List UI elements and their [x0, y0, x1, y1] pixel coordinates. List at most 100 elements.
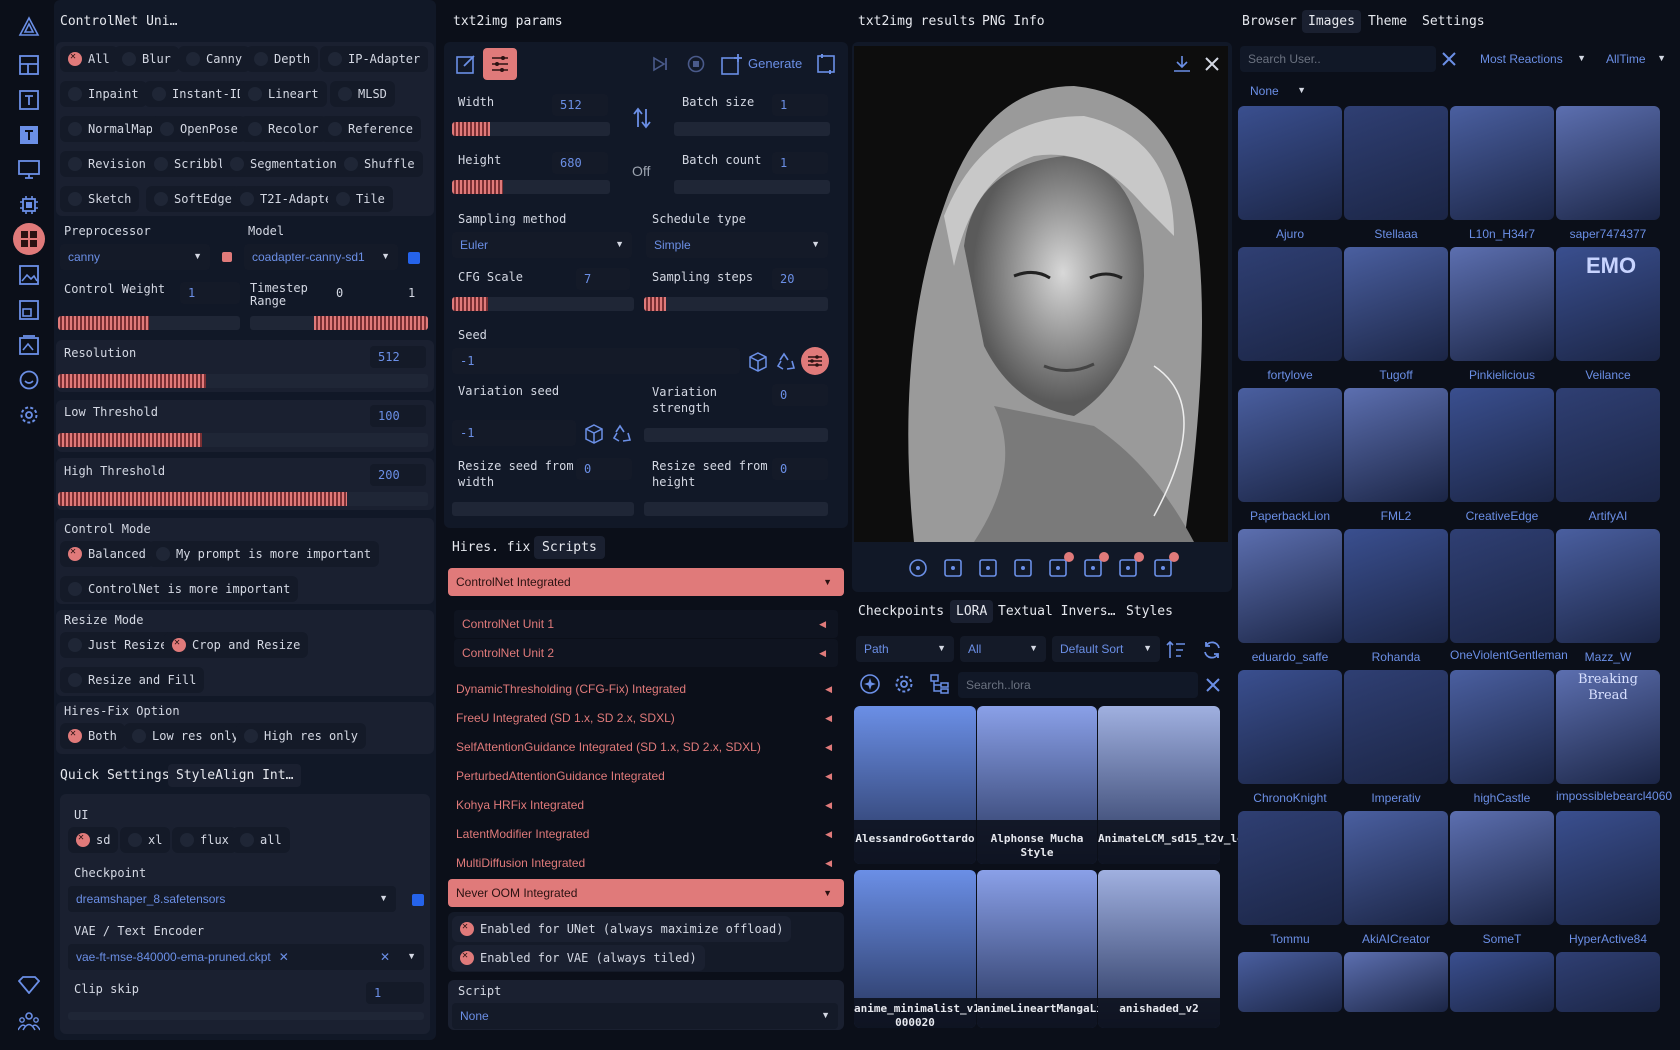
grid-icon[interactable]	[13, 223, 45, 255]
send-to-extras-icon[interactable]	[1116, 552, 1144, 580]
weight-input[interactable]: 1	[180, 282, 240, 304]
controltype-option[interactable]: Revision	[60, 151, 154, 177]
browser-image[interactable]	[1450, 106, 1554, 220]
steps-input[interactable]: 20	[772, 268, 828, 290]
user-name-link[interactable]: Tommu	[1238, 931, 1342, 947]
browser-image[interactable]	[1238, 388, 1342, 502]
image-icon[interactable]	[16, 262, 42, 288]
browser-image[interactable]	[1450, 388, 1554, 502]
sort-order-icon[interactable]	[1164, 638, 1188, 662]
controltype-option[interactable]: Shuffle	[336, 151, 423, 177]
download-icon[interactable]	[1170, 52, 1194, 76]
batch-count-input[interactable]: 1	[772, 152, 828, 174]
height-slider[interactable]	[452, 180, 610, 194]
low-threshold-slider[interactable]	[58, 433, 428, 447]
recycle-icon[interactable]	[774, 350, 798, 374]
width-input[interactable]: 512	[552, 94, 608, 116]
tab-browser[interactable]: Browser	[1242, 14, 1297, 29]
browser-image[interactable]: EMO	[1556, 247, 1660, 361]
settings-toggle-button[interactable]	[483, 48, 517, 80]
browser-image[interactable]	[1450, 952, 1554, 1012]
ui-sd[interactable]: sd	[68, 827, 119, 853]
low-threshold-input[interactable]: 100	[370, 405, 426, 427]
tab-stylealign[interactable]: StyleAlign Int…	[168, 764, 302, 787]
resize-seed-height-slider[interactable]	[644, 502, 828, 516]
browser-image[interactable]	[1238, 811, 1342, 925]
send-to-img2img-icon[interactable]	[1046, 552, 1074, 580]
info-icon[interactable]	[906, 556, 930, 580]
dice-icon[interactable]	[582, 422, 606, 446]
generate-icon[interactable]	[720, 52, 744, 76]
high-threshold-input[interactable]: 200	[370, 464, 426, 486]
controltype-option[interactable]: Reference	[320, 116, 422, 142]
tab-checkpoints[interactable]: Checkpoints	[858, 604, 944, 619]
browser-image[interactable]	[1238, 670, 1342, 784]
lora-search-input[interactable]: Search..lora	[958, 672, 1198, 698]
browser-image[interactable]	[1556, 388, 1660, 502]
reaction-sort-select[interactable]: Most Reactions ▼	[1472, 46, 1594, 72]
tab-png-info[interactable]: PNG Info	[982, 14, 1045, 29]
edit-icon[interactable]	[454, 52, 478, 76]
accordion-3[interactable]: DynamicThresholding (CFG-Fix) Integrated…	[448, 675, 844, 703]
ui-all[interactable]: all	[232, 827, 290, 853]
refresh-icon[interactable]	[1200, 638, 1224, 662]
gear-icon[interactable]	[16, 402, 42, 428]
user-name-link[interactable]: OneViolentGentleman	[1450, 647, 1568, 663]
controltype-option[interactable]: NormalMap	[60, 116, 162, 142]
preprocessor-select[interactable]: canny ▼	[60, 244, 210, 270]
user-name-link[interactable]: ChronoKnight	[1238, 790, 1342, 806]
user-name-link[interactable]: highCastle	[1450, 790, 1554, 806]
checkpoint-select[interactable]: dreamshaper_8.safetensors ▼	[68, 886, 396, 912]
accordion-8[interactable]: LatentModifier Integrated ◀	[448, 820, 844, 848]
user-name-link[interactable]: CreativeEdge	[1450, 508, 1554, 524]
resize-crop[interactable]: Crop and Resize	[164, 632, 309, 658]
batch-size-slider[interactable]	[674, 122, 830, 136]
controltype-option[interactable]: Sketch	[60, 186, 140, 212]
var-strength-input[interactable]: 0	[772, 384, 828, 406]
loop-icon[interactable]	[814, 52, 838, 76]
accordion-6[interactable]: PerturbedAttentionGuidance Integrated ◀	[448, 762, 844, 790]
period-select[interactable]: AllTime ▼	[1598, 46, 1674, 72]
sparkle-icon[interactable]	[858, 672, 882, 696]
browser-image[interactable]	[1238, 247, 1342, 361]
text-box-icon[interactable]	[16, 122, 42, 148]
browser-image[interactable]	[1344, 952, 1448, 1012]
tab-quick-settings[interactable]: Quick Settings	[60, 768, 170, 783]
browser-image[interactable]	[1238, 529, 1342, 643]
browser-image[interactable]	[1344, 529, 1448, 643]
timestep-start[interactable]: 0	[336, 286, 343, 300]
tab-theme[interactable]: Theme	[1368, 14, 1407, 29]
controltype-option[interactable]: Blur	[114, 46, 179, 72]
schedule-select[interactable]: Simple ▼	[646, 232, 828, 258]
steps-slider[interactable]	[644, 297, 828, 311]
tab-images[interactable]: Images	[1302, 10, 1361, 33]
save-icon[interactable]	[976, 556, 1000, 580]
image-edit-icon[interactable]	[16, 297, 42, 323]
path-select[interactable]: Path ▼	[856, 636, 954, 662]
timestep-end[interactable]: 1	[408, 286, 415, 300]
close-icon[interactable]	[1200, 52, 1224, 76]
ui-flux[interactable]: flux	[172, 827, 237, 853]
accordion-10[interactable]: Never OOM Integrated ▼	[448, 879, 844, 907]
gallery-icon[interactable]	[16, 332, 42, 358]
weight-slider[interactable]	[58, 316, 240, 330]
resize-fill[interactable]: Resize and Fill	[60, 667, 205, 693]
tab-lora[interactable]: LORA	[950, 600, 994, 623]
accordion-5[interactable]: SelfAttentionGuidance Integrated (SD 1.x…	[448, 733, 844, 761]
controltype-option[interactable]: All	[60, 46, 118, 72]
browser-image[interactable]	[1344, 106, 1448, 220]
height-input[interactable]: 680	[552, 152, 608, 174]
tab-settings[interactable]: Settings	[1422, 14, 1485, 29]
sampler-select[interactable]: Euler ▼	[452, 232, 632, 258]
smiley-icon[interactable]	[16, 367, 42, 393]
controltype-option[interactable]: Segmentation	[222, 151, 345, 177]
accordion-1[interactable]: ControlNet Unit 1 ◀	[454, 610, 838, 638]
user-name-link[interactable]: SomeT	[1450, 931, 1554, 947]
text-icon[interactable]	[16, 87, 42, 113]
browser-filter-select[interactable]: None ▼	[1242, 78, 1314, 104]
var-seed-input[interactable]: -1	[452, 420, 576, 446]
refresh-icon[interactable]	[408, 252, 420, 264]
user-name-link[interactable]: Rohanda	[1344, 649, 1448, 665]
user-name-link[interactable]: Mazz_W	[1556, 649, 1660, 665]
browser-image[interactable]: Breaking Bread	[1556, 670, 1660, 784]
